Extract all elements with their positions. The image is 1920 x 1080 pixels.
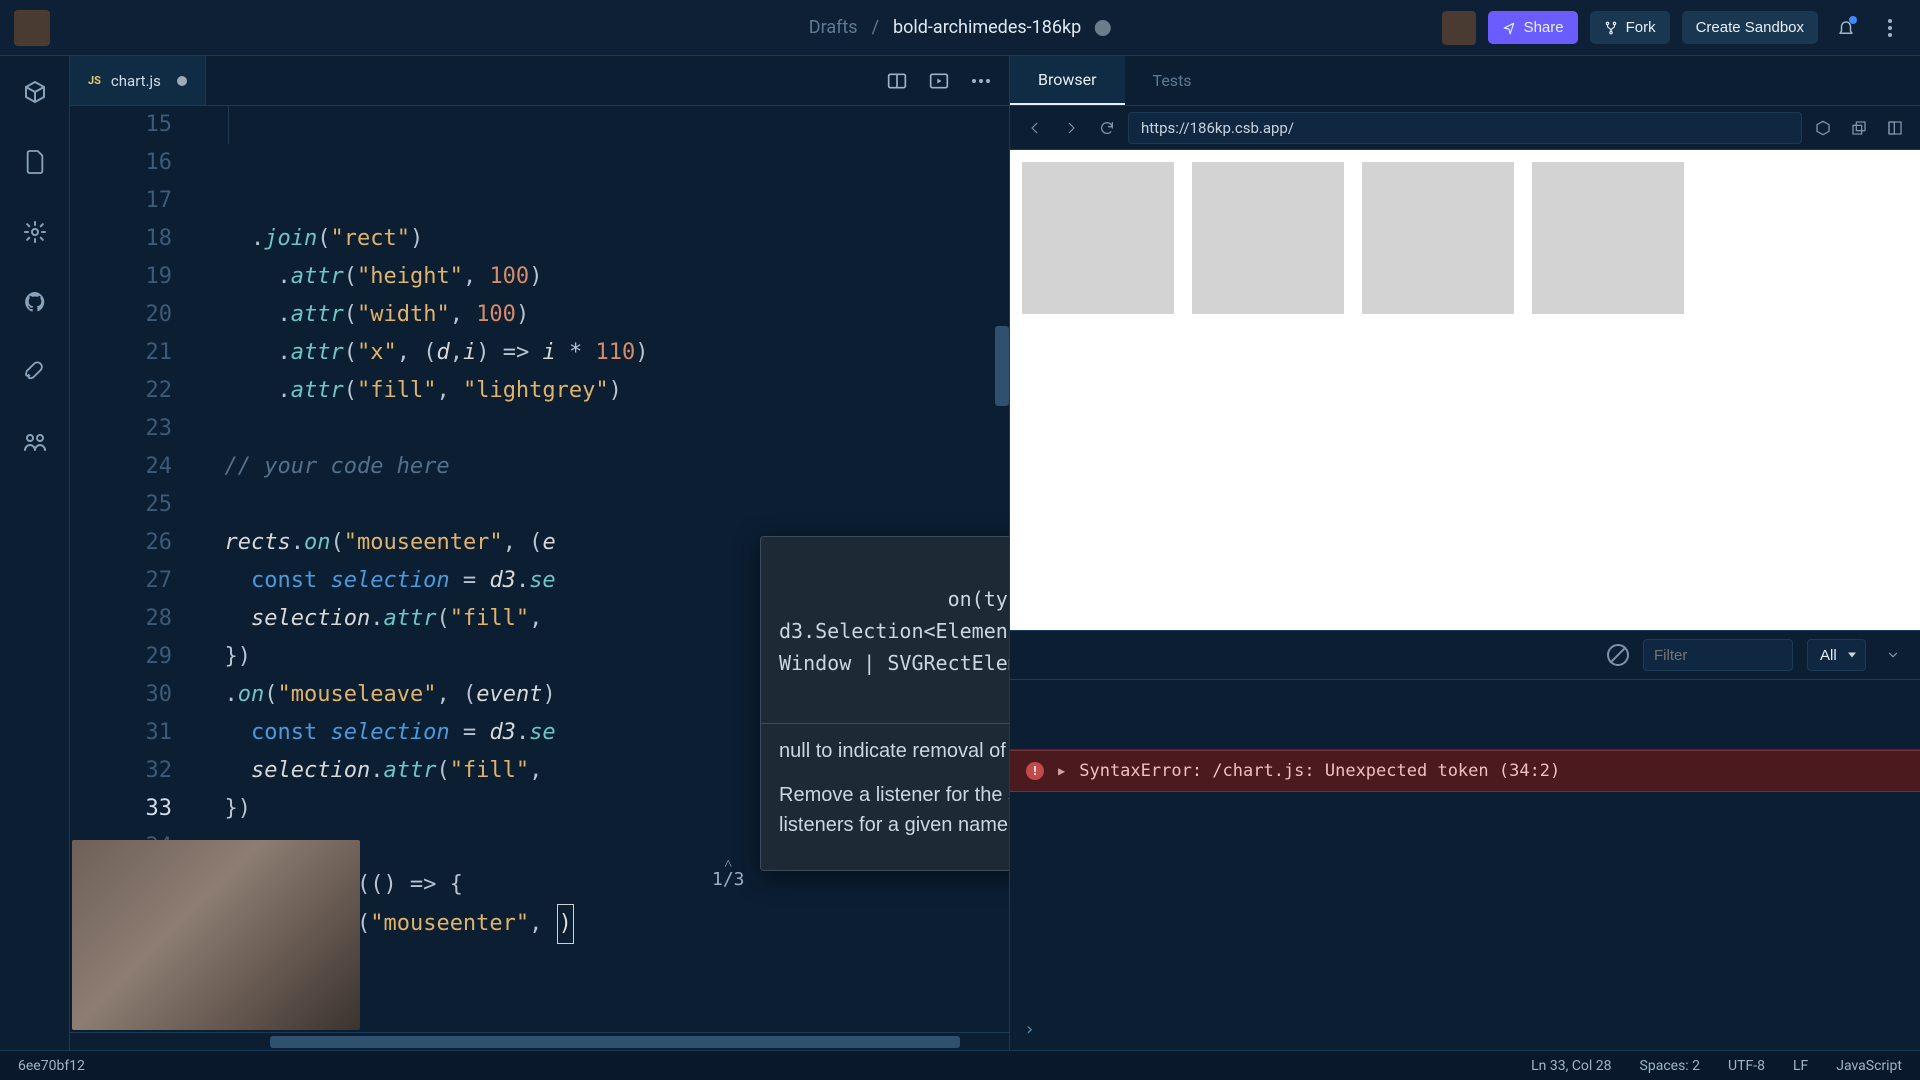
console-error-text: SyntaxError: /chart.js: Unexpected token…	[1079, 761, 1560, 781]
fork-button[interactable]: Fork	[1590, 11, 1670, 44]
status-eol[interactable]: LF	[1793, 1058, 1808, 1074]
fork-label: Fork	[1626, 19, 1656, 36]
signature-tooltip: on(typenames: string, listener: null): d…	[760, 536, 1009, 871]
split-editor-icon[interactable]	[879, 63, 915, 99]
preview-icon[interactable]	[921, 63, 957, 99]
browser-url-bar: https://186kp.csb.app/	[1010, 106, 1920, 150]
console-header: All	[1010, 630, 1920, 680]
layout-icon[interactable]	[1880, 113, 1910, 143]
chevron-down-icon[interactable]	[1880, 642, 1906, 668]
share-label: Share	[1524, 19, 1564, 36]
webcam-pip[interactable]	[72, 840, 360, 1030]
editor-tabs: JS chart.js	[70, 56, 1009, 106]
create-label: Create Sandbox	[1696, 19, 1804, 36]
open-in-new-icon[interactable]	[1844, 113, 1874, 143]
share-button[interactable]: Share	[1488, 11, 1578, 44]
explorer-icon[interactable]	[21, 148, 49, 176]
js-badge: JS	[88, 74, 101, 87]
breadcrumb-root[interactable]: Drafts	[809, 17, 858, 38]
devtools-tabs: Browser Tests	[1010, 56, 1920, 106]
expand-icon[interactable]: ▶	[1058, 764, 1065, 778]
github-icon[interactable]	[21, 288, 49, 316]
breadcrumb-project[interactable]: bold-archimedes-186kp	[893, 17, 1081, 38]
preview-rect	[1022, 162, 1174, 314]
breadcrumb: Drafts / bold-archimedes-186kp	[809, 17, 1111, 38]
status-lang[interactable]: JavaScript	[1836, 1058, 1902, 1074]
more-menu-icon[interactable]	[1874, 12, 1906, 44]
preview-rect	[1362, 162, 1514, 314]
tab-browser[interactable]: Browser	[1010, 56, 1125, 105]
user-avatar[interactable]	[1442, 11, 1476, 45]
tab-tests[interactable]: Tests	[1125, 56, 1220, 105]
signature-counter-text: 1/3	[712, 872, 745, 888]
settings-icon[interactable]	[21, 218, 49, 246]
preview-iframe[interactable]	[1010, 150, 1920, 630]
status-encoding[interactable]: UTF-8	[1728, 1058, 1765, 1074]
signature-summary: null to indicate removal of listener	[779, 736, 1009, 766]
signature-counter[interactable]: ˄ 1/3	[712, 856, 745, 888]
fork-icon	[1604, 21, 1618, 35]
create-sandbox-button[interactable]: Create Sandbox	[1682, 11, 1818, 44]
breadcrumb-sep: /	[872, 17, 879, 38]
signature-pre: on(typenames: string,	[948, 587, 1009, 611]
app-header: Drafts / bold-archimedes-186kp Share For…	[0, 0, 1920, 56]
console-body[interactable]: ! ▶ SyntaxError: /chart.js: Unexpected t…	[1010, 680, 1920, 1050]
status-spaces[interactable]: Spaces: 2	[1640, 1058, 1701, 1074]
clear-console-icon[interactable]	[1607, 644, 1629, 666]
nav-back-icon[interactable]	[1020, 113, 1050, 143]
share-icon	[1502, 21, 1516, 35]
editor-horizontal-scrollbar[interactable]	[70, 1032, 1009, 1050]
frozen-icon[interactable]	[1095, 20, 1111, 36]
status-cursor[interactable]: Ln 33, Col 28	[1531, 1058, 1611, 1074]
nav-forward-icon[interactable]	[1056, 113, 1086, 143]
preview-rect	[1532, 162, 1684, 314]
signature-head: on(typenames: string, listener: null): d…	[761, 537, 1009, 724]
reload-icon[interactable]	[1092, 113, 1122, 143]
console-level-select[interactable]: All	[1807, 639, 1866, 671]
dirty-indicator-icon	[177, 76, 187, 86]
notifications-icon[interactable]	[1830, 12, 1862, 44]
codesandbox-logo-icon[interactable]	[1808, 113, 1838, 143]
activity-bar	[0, 56, 70, 1050]
project-avatar[interactable]	[14, 10, 50, 46]
console-error-row[interactable]: ! ▶ SyntaxError: /chart.js: Unexpected t…	[1010, 750, 1920, 792]
devtools-pane: Browser Tests https://186kp.csb.app/	[1010, 56, 1920, 1050]
sandbox-icon[interactable]	[21, 78, 49, 106]
console-filter-input[interactable]	[1643, 639, 1793, 671]
live-icon[interactable]	[21, 428, 49, 456]
signature-detail: Remove a listener for the specified even…	[779, 780, 1009, 840]
deploy-icon[interactable]	[21, 358, 49, 386]
console-prompt[interactable]: ›	[1024, 1019, 1035, 1040]
status-bar: 6ee70bf12 Ln 33, Col 28 Spaces: 2 UTF-8 …	[0, 1050, 1920, 1080]
error-icon: !	[1026, 762, 1044, 780]
editor-more-icon[interactable]	[963, 63, 999, 99]
preview-rect	[1192, 162, 1344, 314]
tab-chart-js[interactable]: JS chart.js	[70, 56, 206, 105]
tab-filename: chart.js	[111, 72, 161, 90]
url-input[interactable]: https://186kp.csb.app/	[1128, 112, 1802, 144]
status-commit[interactable]: 6ee70bf12	[18, 1058, 85, 1074]
url-text: https://186kp.csb.app/	[1141, 119, 1294, 137]
